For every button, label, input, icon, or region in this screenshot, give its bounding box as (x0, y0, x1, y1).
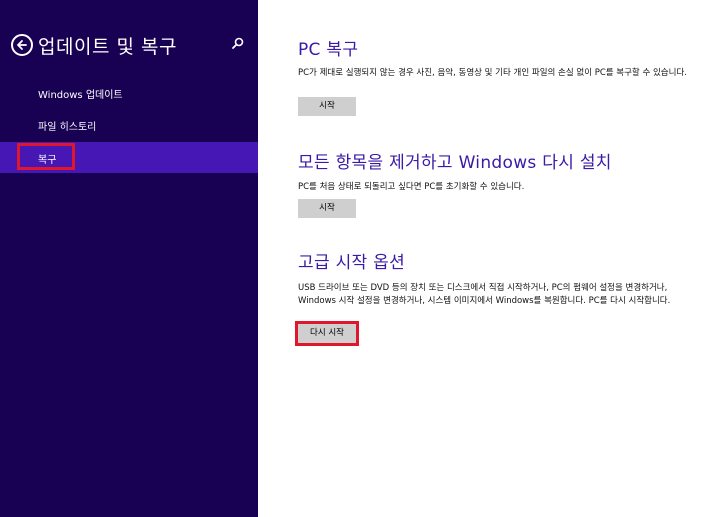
section-description-pc-recovery: PC가 제대로 실행되지 않는 경우 사진, 음악, 동영상 및 기타 개인 파… (298, 68, 687, 78)
sidebar: 업데이트 및 복구 Windows 업데이트 파일 히스토리 복구 (0, 0, 258, 517)
section-description-reset: PC를 처음 상태로 되돌리고 싶다면 PC를 초기화할 수 있습니다. (298, 182, 525, 192)
sidebar-item-file-history[interactable]: 파일 히스토리 (0, 109, 258, 140)
restart-now-button[interactable]: 다시 시작 (298, 324, 356, 343)
section-title-advanced-startup: 고급 시작 옵션 (298, 253, 406, 273)
search-icon (232, 37, 244, 49)
section-description-advanced-startup: USB 드라이브 또는 DVD 등의 장치 또는 디스크에서 직접 시작하거나,… (298, 283, 671, 306)
sidebar-item-windows-update[interactable]: Windows 업데이트 (0, 77, 258, 108)
main-panel: PC 복구 PC가 제대로 실행되지 않는 경우 사진, 음악, 동영상 및 기… (258, 0, 716, 517)
sidebar-item-recovery[interactable]: 복구 (0, 142, 258, 173)
section-title-reset: 모든 항목을 제거하고 Windows 다시 설치 (298, 153, 612, 173)
sidebar-item-label: 복구 (38, 155, 57, 166)
sidebar-item-label: 파일 히스토리 (38, 122, 97, 133)
reset-start-button[interactable]: 시작 (298, 199, 356, 218)
sidebar-item-label: Windows 업데이트 (38, 90, 123, 101)
back-button[interactable] (11, 34, 33, 56)
back-arrow-icon (17, 40, 27, 50)
page-title: 업데이트 및 복구 (38, 36, 177, 58)
pc-recovery-start-button[interactable]: 시작 (298, 97, 356, 116)
search-button[interactable] (230, 36, 246, 52)
section-title-pc-recovery: PC 복구 (298, 40, 359, 60)
